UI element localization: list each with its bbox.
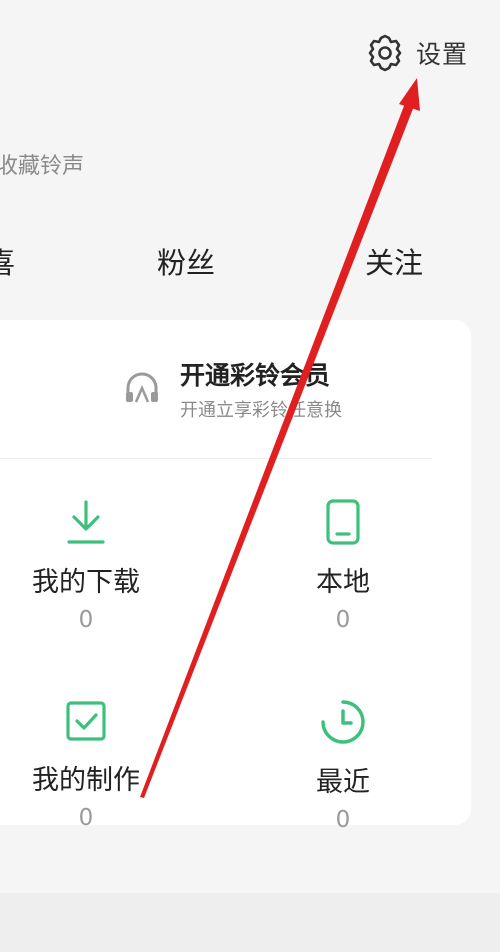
stat-likes[interactable]: 喜 [0,240,15,282]
recent-count: 0 [335,807,351,833]
my-downloads-label: 我的下载 [32,567,140,598]
settings-button[interactable]: 设置 [364,30,468,76]
my-downloads-item[interactable]: 我的下载 0 [0,498,186,633]
headphone-icon[interactable] [122,368,162,408]
local-item[interactable]: 本地 0 [243,498,443,633]
download-icon [67,500,105,544]
checkbox-icon [66,701,106,741]
local-count: 0 [335,607,351,633]
phone-icon [326,499,360,545]
recent-item[interactable]: 最近 0 [243,698,443,833]
bottom-bar [0,893,500,952]
my-creations-count: 0 [78,805,94,831]
settings-label: 设置 [416,40,469,69]
my-creations-item[interactable]: 我的制作 0 [0,698,186,831]
stat-following[interactable]: 关注 [365,240,423,282]
stat-fans[interactable]: 粉丝 [157,240,215,282]
vip-title[interactable]: 开通彩铃会员 [180,356,330,392]
recent-label: 最近 [316,767,370,798]
profile-subtitle: 收藏铃声 [0,154,85,179]
local-label: 本地 [316,567,370,598]
my-downloads-count: 0 [78,607,94,633]
gear-icon [368,34,402,72]
my-creations-label: 我的制作 [32,765,140,796]
vip-description: 开通立享彩铃任意换 [180,400,342,421]
clock-icon [321,700,365,744]
divider [0,458,432,459]
